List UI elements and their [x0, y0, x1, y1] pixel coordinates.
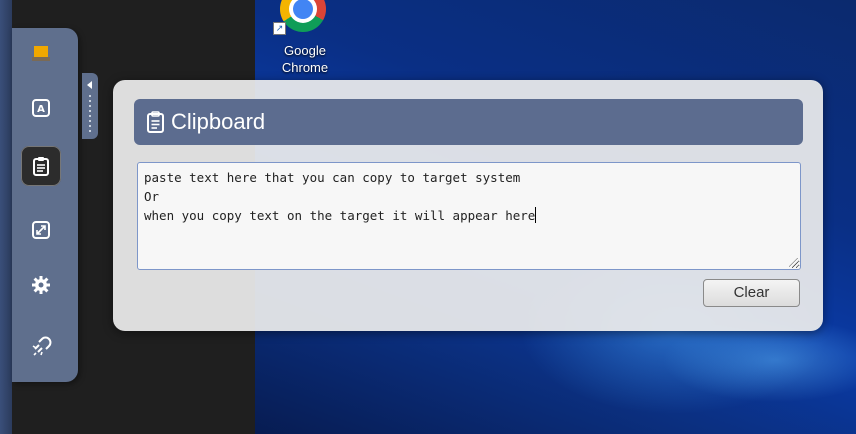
fullscreen-icon: [32, 221, 50, 239]
clipboard-icon: [147, 111, 164, 133]
clipboard-textarea[interactable]: paste text here that you can copy to tar…: [137, 162, 801, 270]
chrome-icon: [280, 0, 326, 32]
gear-icon: [32, 276, 50, 294]
svg-text:A: A: [37, 104, 45, 115]
desktop-icon-label: Google Chrome: [281, 43, 329, 75]
resize-grip-icon[interactable]: [789, 258, 798, 267]
window-edge: [0, 0, 12, 434]
clipboard-button[interactable]: [21, 146, 61, 186]
text-caret: [535, 207, 537, 223]
clipboard-panel: Clipboard paste text here that you can c…: [113, 80, 823, 331]
monitor-icon: [32, 46, 50, 61]
clipboard-text-line1: paste text here that you can copy to tar…: [144, 170, 521, 185]
clipboard-text-line3: when you copy text on the target it will…: [144, 208, 536, 223]
collapse-arrow-icon: [87, 81, 92, 89]
clear-button[interactable]: Clear: [703, 279, 800, 307]
keyboard-button[interactable]: A: [21, 88, 61, 128]
toolbar-sidebar: A: [12, 28, 78, 382]
sidebar-collapse-handle[interactable]: [82, 73, 98, 139]
keyboard-a-icon: A: [32, 99, 50, 117]
clipboard-icon: [33, 157, 49, 176]
clipboard-header: Clipboard: [134, 99, 803, 145]
clipboard-text-line2: Or: [144, 189, 160, 204]
fullscreen-button[interactable]: [21, 210, 61, 250]
disconnect-icon: [32, 336, 52, 356]
clipboard-title: Clipboard: [171, 109, 266, 134]
shortcut-arrow-icon: ↗: [273, 22, 286, 35]
grip-dots: [89, 95, 91, 133]
monitor-button[interactable]: [21, 34, 61, 74]
disconnect-button[interactable]: [21, 327, 61, 367]
settings-button[interactable]: [21, 265, 61, 305]
desktop-icon-chrome[interactable]: ↗ Google Chrome: [270, 0, 340, 82]
